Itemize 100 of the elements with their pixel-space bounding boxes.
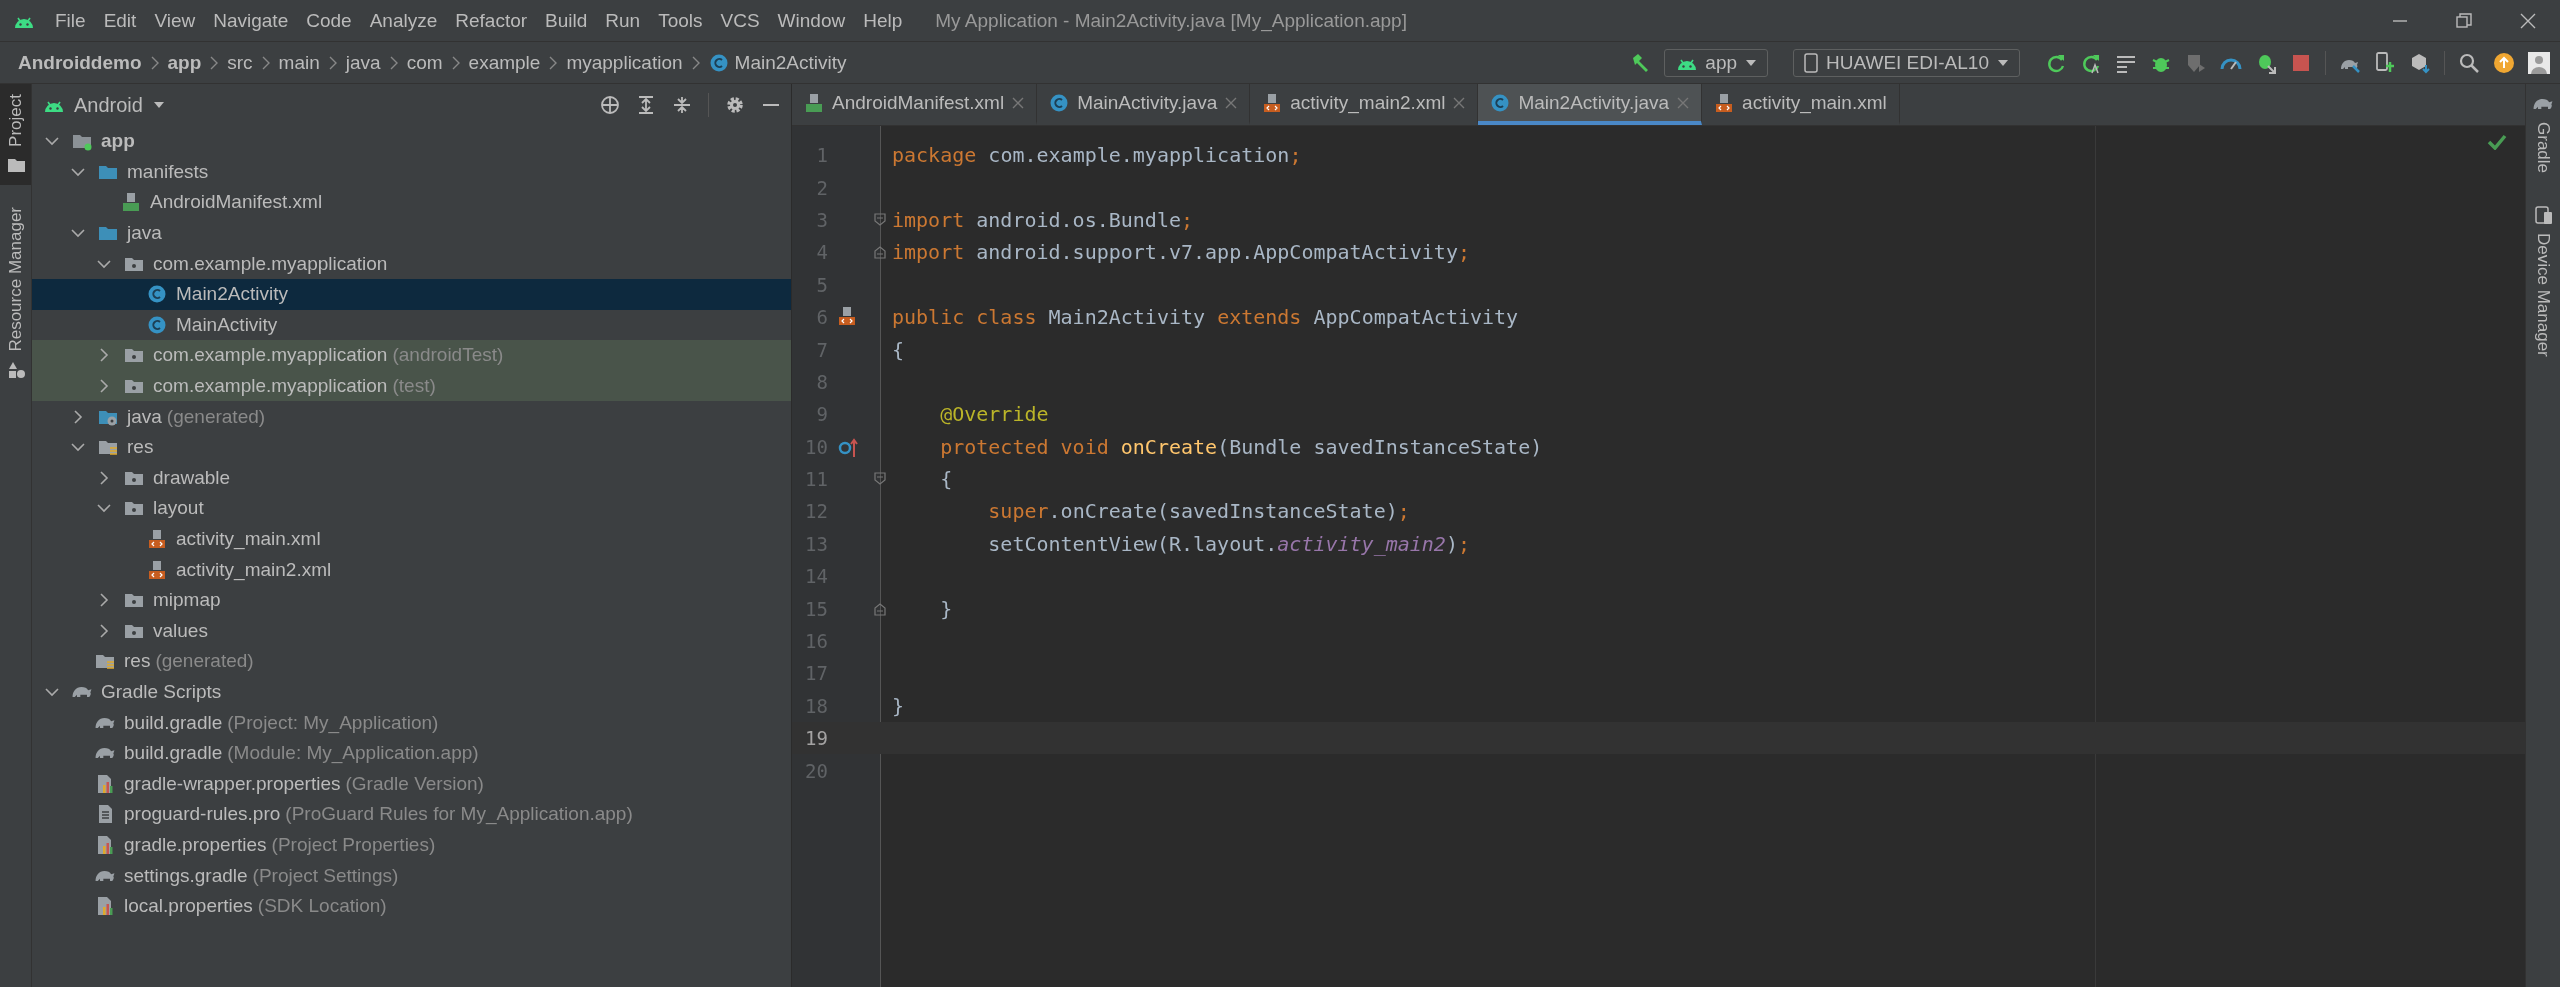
tool-window-tab[interactable]: Gradle xyxy=(2526,84,2560,184)
tree-row[interactable]: activity_main.xml xyxy=(32,523,791,555)
editor-tab[interactable]: activity_main.xml xyxy=(1702,84,1900,125)
class-icon xyxy=(1049,92,1070,113)
search-icon[interactable] xyxy=(2458,51,2480,74)
tree-row[interactable]: local.properties (SDK Location) xyxy=(32,890,791,922)
tree-row[interactable]: com.example.myapplication xyxy=(32,248,791,279)
expand-all-icon[interactable] xyxy=(636,95,656,115)
device-sync-icon[interactable] xyxy=(2374,51,2396,74)
tree-row[interactable]: com.example.myapplication (androidTest) xyxy=(32,340,791,371)
code-line: protected void onCreate(Bundle savedInstanceState) xyxy=(939,434,1543,459)
tree-row[interactable]: manifests xyxy=(32,156,791,188)
tree-row[interactable]: res xyxy=(32,431,791,463)
update-icon[interactable] xyxy=(2493,51,2515,74)
breadcrumb[interactable]: java xyxy=(337,51,389,74)
menu-item[interactable]: File xyxy=(46,9,95,32)
sdk-box-icon[interactable] xyxy=(2409,51,2431,74)
tree-row[interactable]: layout xyxy=(32,493,791,524)
restore-icon[interactable] xyxy=(2455,11,2473,30)
line-number: 19 xyxy=(804,727,828,750)
editor-tab[interactable]: MainActivity.java xyxy=(1037,84,1251,125)
device-dropdown[interactable]: HUAWEI EDI-AL10 xyxy=(1793,48,2020,77)
chevron-icon xyxy=(260,54,271,71)
tree-row[interactable]: res (generated) xyxy=(32,646,791,677)
code-line: } xyxy=(892,693,905,718)
menu-item[interactable]: Analyze xyxy=(360,9,447,32)
fold-marker-icon[interactable] xyxy=(873,244,887,261)
tool-window-tab[interactable]: Project xyxy=(0,84,31,185)
breadcrumb[interactable]: main xyxy=(270,51,328,74)
breadcrumb[interactable]: example xyxy=(460,51,549,74)
menu-item[interactable]: Navigate xyxy=(204,9,298,32)
breadcrumb[interactable]: com xyxy=(398,51,451,74)
breadcrumb[interactable]: myapplication xyxy=(558,51,691,74)
project-view-dropdown[interactable]: Android xyxy=(42,93,165,117)
tool-window-tab[interactable]: Device Manager xyxy=(2526,195,2560,367)
tool-window-tab[interactable]: Resource Manager xyxy=(0,196,31,390)
settings-icon[interactable] xyxy=(725,95,745,115)
close-icon[interactable] xyxy=(2519,11,2537,30)
layout-file-icon xyxy=(147,559,167,580)
tree-row[interactable]: settings.gradle (Project Settings) xyxy=(32,860,791,891)
run-configuration-dropdown[interactable]: app xyxy=(1664,48,1769,77)
breadcrumb[interactable]: Androiddemo xyxy=(10,51,150,74)
layout-file-icon xyxy=(1714,92,1735,113)
tree-row[interactable]: gradle-wrapper.properties (Gradle Version) xyxy=(32,768,791,800)
menu-item[interactable]: View xyxy=(145,9,205,32)
window-title: My Application - Main2Activity.java [My_Application.app] xyxy=(935,9,1408,32)
chevron-icon xyxy=(388,54,399,71)
tree-row[interactable]: build.gradle (Module: My_Application.app) xyxy=(32,737,791,769)
menu-item[interactable]: Edit xyxy=(94,9,146,32)
layout-file-icon xyxy=(147,529,167,549)
collapse-all-icon[interactable] xyxy=(672,95,692,115)
tree-row[interactable]: proguard-rules.pro (ProGuard Rules for My_Application.app) xyxy=(32,799,791,830)
chevron-icon xyxy=(209,54,220,71)
tree-row[interactable]: Gradle Scripts xyxy=(32,676,791,708)
device-icon xyxy=(2534,205,2552,226)
tree-row[interactable]: MainActivity xyxy=(32,309,791,341)
locate-icon[interactable] xyxy=(600,95,620,115)
menu-item[interactable]: Run xyxy=(596,9,650,32)
code-line: { xyxy=(939,467,953,492)
menu-item[interactable]: Code xyxy=(297,9,361,32)
tree-row[interactable]: activity_main2.xml xyxy=(32,554,791,585)
menu-item[interactable]: Refactor xyxy=(446,9,537,32)
breadcrumb[interactable]: Main2Activity xyxy=(700,51,855,74)
menu-item[interactable]: Tools xyxy=(649,9,712,32)
tree-row[interactable]: gradle.properties (Project Properties) xyxy=(32,829,791,861)
tree-row[interactable]: mipmap xyxy=(32,584,791,616)
menu-item[interactable]: Help xyxy=(854,9,912,32)
tree-row[interactable]: AndroidManifest.xml xyxy=(32,187,791,218)
menu-item[interactable]: Build xyxy=(536,9,597,32)
chevron-icon xyxy=(690,54,701,71)
breadcrumb[interactable]: src xyxy=(219,51,261,74)
close-icon[interactable] xyxy=(1225,96,1238,109)
elephant-icon xyxy=(95,716,115,729)
chevron-icon xyxy=(327,54,338,71)
tree-row[interactable]: build.gradle (Project: My_Application) xyxy=(32,707,791,738)
tree-row[interactable]: drawable xyxy=(32,462,791,494)
tree-row[interactable]: Main2Activity xyxy=(32,278,791,310)
elephant-icon xyxy=(2533,98,2553,110)
fold-marker-icon[interactable] xyxy=(873,211,887,228)
menu-item[interactable]: VCS xyxy=(711,9,769,32)
editor-tab[interactable]: AndroidManifest.xml xyxy=(792,84,1038,125)
chevron-icon xyxy=(450,54,461,71)
tree-row[interactable]: values xyxy=(32,615,791,647)
code-line: package com.example.myapplication; xyxy=(892,143,1302,168)
caret-icon xyxy=(1997,58,2009,67)
close-icon[interactable] xyxy=(1012,96,1025,109)
tree-row[interactable]: java xyxy=(32,217,791,249)
breadcrumb[interactable]: app xyxy=(159,51,210,74)
close-icon[interactable] xyxy=(1453,96,1466,109)
properties-file-icon xyxy=(95,834,115,855)
avatar-icon[interactable] xyxy=(2528,51,2550,74)
menu-item[interactable]: Window xyxy=(768,9,855,32)
editor-tab[interactable]: Main2Activity.java xyxy=(1478,84,1703,125)
tree-row[interactable]: app xyxy=(32,126,791,157)
tree-row[interactable]: com.example.myapplication (test) xyxy=(32,370,791,402)
code-line: super.onCreate(savedInstanceState); xyxy=(987,499,1410,524)
tree-row[interactable]: java (generated) xyxy=(32,401,791,432)
properties-file-icon xyxy=(95,773,115,794)
elephant-icon xyxy=(95,747,115,760)
chevron-icon xyxy=(548,54,559,71)
